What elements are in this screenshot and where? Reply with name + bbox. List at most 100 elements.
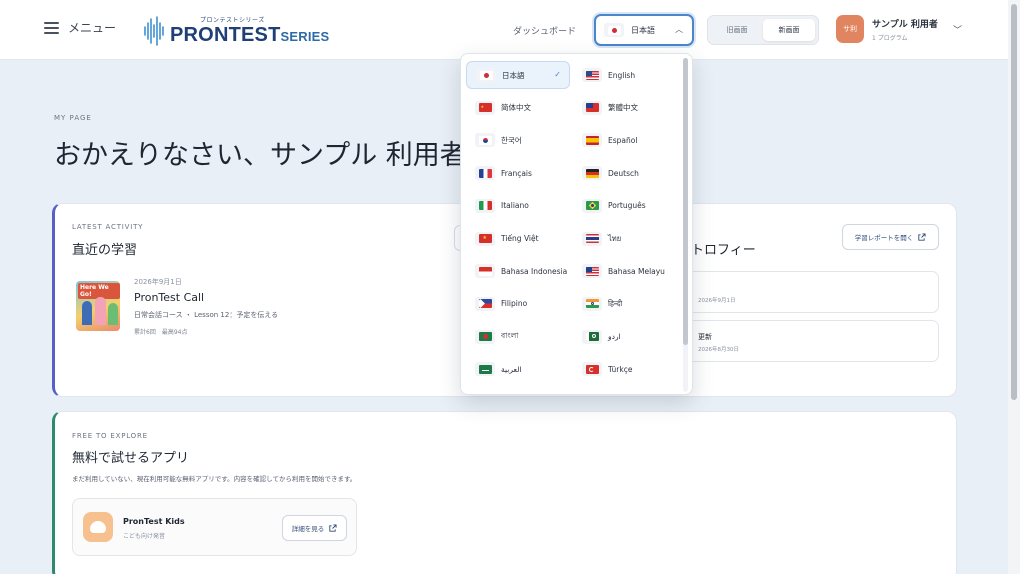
cn-flag-icon: ★	[478, 103, 492, 113]
user-menu[interactable]: サ利 サンプル 利用者 1 プログラム ﹀	[836, 15, 962, 43]
prontest-logo[interactable]: プロンテストシリーズ PRONTESTSERIES	[143, 11, 329, 47]
activity-course: 日常会話コース ・ Lesson 12：予定を伝える	[134, 311, 279, 319]
logo-series: SERIES	[280, 29, 330, 44]
language-option[interactable]: 繁體中文	[573, 94, 677, 122]
free-title: 無料で試せるアプリ	[72, 451, 190, 466]
language-option-label: Tiếng Việt	[501, 234, 539, 243]
user-program-count: 1 プログラム	[872, 34, 908, 42]
open-report-label: 学習レポートを開く	[854, 234, 914, 242]
language-option-label: Bahasa Indonesia	[501, 266, 568, 276]
language-option[interactable]: Español	[573, 126, 677, 154]
language-option[interactable]: العربية	[466, 355, 570, 383]
dropdown-scrollbar[interactable]	[683, 58, 688, 392]
app-window: メニュー プロンテストシリーズ PRONTESTSERIES ダッシュボード 日…	[0, 0, 1008, 574]
language-option-label: Português	[608, 201, 646, 211]
language-option[interactable]: Filipino	[466, 290, 570, 318]
it-flag-icon	[478, 201, 492, 211]
language-option-label: 简体中文	[501, 103, 531, 113]
language-option-label: Français	[501, 168, 532, 178]
chevron-down-icon: ﹀	[953, 26, 963, 36]
language-option[interactable]: ★ Tiếng Việt	[466, 225, 570, 253]
language-option[interactable]: Français	[466, 159, 570, 187]
vn-flag-icon: ★	[478, 234, 492, 243]
sa-flag-icon	[478, 364, 492, 374]
fr-flag-icon	[478, 168, 492, 178]
de-flag-icon	[585, 168, 599, 178]
language-select-button[interactable]: 日本語 ︿	[594, 14, 694, 46]
activity-date: 2026年9月1日	[134, 278, 182, 286]
language-option-label: اردو	[608, 332, 621, 342]
chevron-up-icon: ︿	[675, 25, 683, 34]
language-option[interactable]: ★ 简体中文	[466, 94, 570, 122]
language-option-label: Türkçe	[608, 364, 633, 374]
dashboard-link[interactable]: ダッシュボード	[513, 24, 576, 37]
language-option-label: हिन्दी	[608, 298, 623, 308]
language-dropdown: 日本語 ✓ English ★ 简体中文 繁體中文 한국어 Español Français De…	[460, 53, 693, 395]
language-select-label: 日本語	[631, 25, 655, 35]
es-flag-icon	[585, 135, 599, 145]
th-flag-icon	[585, 234, 599, 243]
language-option-label: English	[608, 70, 636, 80]
menu-label: メニュー	[68, 21, 117, 35]
logo-wordmark: PRONTEST	[170, 24, 281, 46]
jp-flag-icon	[479, 70, 493, 80]
top-header: メニュー プロンテストシリーズ PRONTESTSERIES ダッシュボード 日…	[0, 0, 1008, 60]
free-app-subtitle: こども向け発音	[123, 533, 166, 540]
tw-flag-icon	[585, 103, 599, 113]
page-title: おかえりなさい、サンプル 利用者	[54, 140, 467, 171]
free-description: まだ利用していない、現在利用可能な無料アプリです。内容を確認してから利用を開始で…	[72, 475, 357, 483]
free-app-name: PronTest Kids	[123, 517, 185, 526]
language-option-label: 한국어	[501, 135, 522, 145]
br-flag-icon	[585, 201, 599, 211]
activity-app-name[interactable]: PronTest Call	[134, 291, 204, 304]
view-details-button[interactable]: 詳細を見る	[282, 515, 347, 541]
course-thumbnail[interactable]: Here We Go!	[76, 281, 120, 331]
language-option-label: 繁體中文	[608, 103, 638, 113]
language-option[interactable]: 日本語 ✓	[466, 61, 570, 89]
user-name: サンプル 利用者	[872, 19, 938, 30]
language-option-label: 日本語	[502, 70, 525, 80]
trophy-row-date: 2026年9月1日	[698, 298, 736, 304]
language-option-label: Filipino	[501, 299, 528, 309]
trophy-row[interactable]: 2026年9月1日	[685, 271, 939, 313]
language-option[interactable]: 한국어	[466, 126, 570, 154]
us-flag-icon	[585, 70, 599, 80]
old-view-option[interactable]: 旧画面	[711, 19, 763, 41]
language-option-label: Español	[608, 135, 638, 145]
ph-flag-icon	[478, 299, 492, 309]
language-option-label: বাংলা	[501, 330, 519, 340]
trophy-row-title: 更新	[698, 333, 712, 341]
language-option-label: ไทย	[608, 233, 622, 243]
language-option[interactable]: اردو	[573, 323, 677, 351]
view-toggle: 旧画面 新画面	[707, 15, 819, 45]
language-option[interactable]: বাংলা	[466, 323, 570, 351]
language-option[interactable]: Italiano	[466, 192, 570, 220]
language-option[interactable]: Bahasa Melayu	[573, 257, 677, 285]
activity-stats: 累計6回 最高94点	[134, 329, 188, 336]
language-option-label: Bahasa Melayu	[608, 266, 665, 276]
open-report-button[interactable]: 学習レポートを開く	[842, 224, 939, 250]
new-view-option[interactable]: 新画面	[763, 19, 815, 41]
bd-flag-icon	[478, 332, 492, 342]
japan-flag-icon	[607, 25, 621, 35]
language-option[interactable]: Bahasa Indonesia	[466, 257, 570, 285]
language-option-label: Deutsch	[608, 168, 639, 178]
language-option[interactable]: हिन्दी	[573, 290, 677, 318]
in-flag-icon	[585, 299, 599, 309]
language-option[interactable]: Deutsch	[573, 159, 677, 187]
free-app-card: PronTest Kids こども向け発音 詳細を見る	[72, 498, 357, 556]
language-option[interactable]: ไทย	[573, 225, 677, 253]
activity-eyebrow: LATEST ACTIVITY	[72, 223, 144, 231]
page-scrollbar[interactable]	[1008, 0, 1020, 574]
free-apps-card: FREE TO EXPLORE 無料で試せるアプリ まだ利用していない、現在利用…	[52, 411, 957, 574]
logo-subtitle: プロンテストシリーズ	[200, 17, 265, 24]
activity-title: 直近の学習	[72, 243, 138, 258]
language-option[interactable]: English	[573, 61, 677, 89]
free-eyebrow: FREE TO EXPLORE	[72, 432, 148, 440]
language-option[interactable]: Türkçe	[573, 355, 677, 383]
language-option[interactable]: Português	[573, 192, 677, 220]
menu-button[interactable]: メニュー	[44, 19, 116, 36]
avatar: サ利	[836, 15, 864, 43]
kids-app-icon	[83, 512, 113, 542]
trophy-row[interactable]: 更新 2026年8月30日	[685, 320, 939, 362]
